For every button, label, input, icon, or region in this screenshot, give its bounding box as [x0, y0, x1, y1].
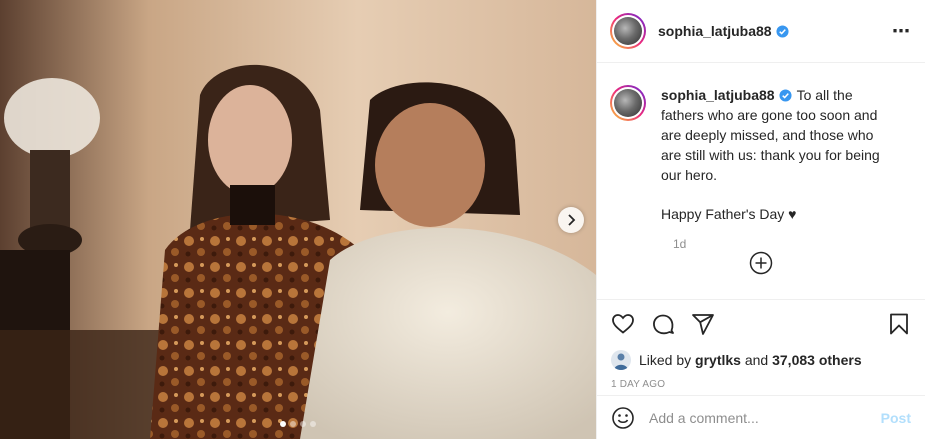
caption-row: sophia_latjuba88 To all the fathers who a… [610, 85, 911, 243]
paper-plane-icon[interactable] [691, 312, 715, 336]
likes-others[interactable]: 37,083 others [772, 352, 862, 368]
verified-badge-icon [776, 24, 789, 38]
chevron-right-icon [568, 214, 576, 226]
carousel-dot [280, 421, 286, 427]
comment-icon[interactable] [651, 312, 675, 336]
verified-badge-icon [779, 89, 792, 102]
author-username[interactable]: sophia_latjuba88 [658, 23, 772, 39]
carousel-dot [300, 421, 306, 427]
likes-row: Liked by grytlks and 37,083 others [597, 347, 925, 373]
post-date[interactable]: 1 DAY AGO [597, 373, 925, 395]
bookmark-icon[interactable] [887, 312, 911, 336]
likes-joiner: and [744, 352, 769, 368]
post-comment-button[interactable]: Post [881, 410, 911, 426]
carousel-dot [290, 421, 296, 427]
author-avatar[interactable] [610, 13, 646, 49]
comments-section: sophia_latjuba88 To all the fathers who a… [597, 63, 925, 299]
caption-username[interactable]: sophia_latjuba88 [661, 87, 775, 103]
likes-prefix: Liked by [639, 352, 692, 368]
carousel-indicator [0, 421, 596, 427]
liker-avatar[interactable] [611, 350, 631, 370]
post-sidebar: sophia_latjuba88 ⋯ sophia_latjuba88 To al… [596, 0, 925, 439]
caption: sophia_latjuba88 To all the fathers who a… [661, 85, 893, 243]
add-comment-bar: Post [597, 395, 925, 439]
post-photo[interactable] [0, 0, 596, 439]
plus-circle-icon [749, 251, 773, 275]
more-options-icon[interactable]: ⋯ [892, 21, 911, 42]
next-photo-button[interactable] [558, 207, 584, 233]
post-header: sophia_latjuba88 ⋯ [597, 0, 925, 63]
likes-text: Liked by grytlks and 37,083 others [639, 352, 862, 368]
load-more-comments-button[interactable] [749, 251, 773, 278]
caption-avatar[interactable] [610, 85, 646, 121]
smiley-icon[interactable] [611, 406, 635, 430]
heart-icon[interactable] [611, 312, 635, 336]
action-bar [597, 299, 925, 347]
liked-by-user[interactable]: grytlks [695, 352, 741, 368]
caption-line-2: Happy Father's Day ♥ [661, 206, 797, 222]
carousel-dot [310, 421, 316, 427]
photo-image [0, 0, 596, 439]
comment-input[interactable] [649, 409, 881, 426]
